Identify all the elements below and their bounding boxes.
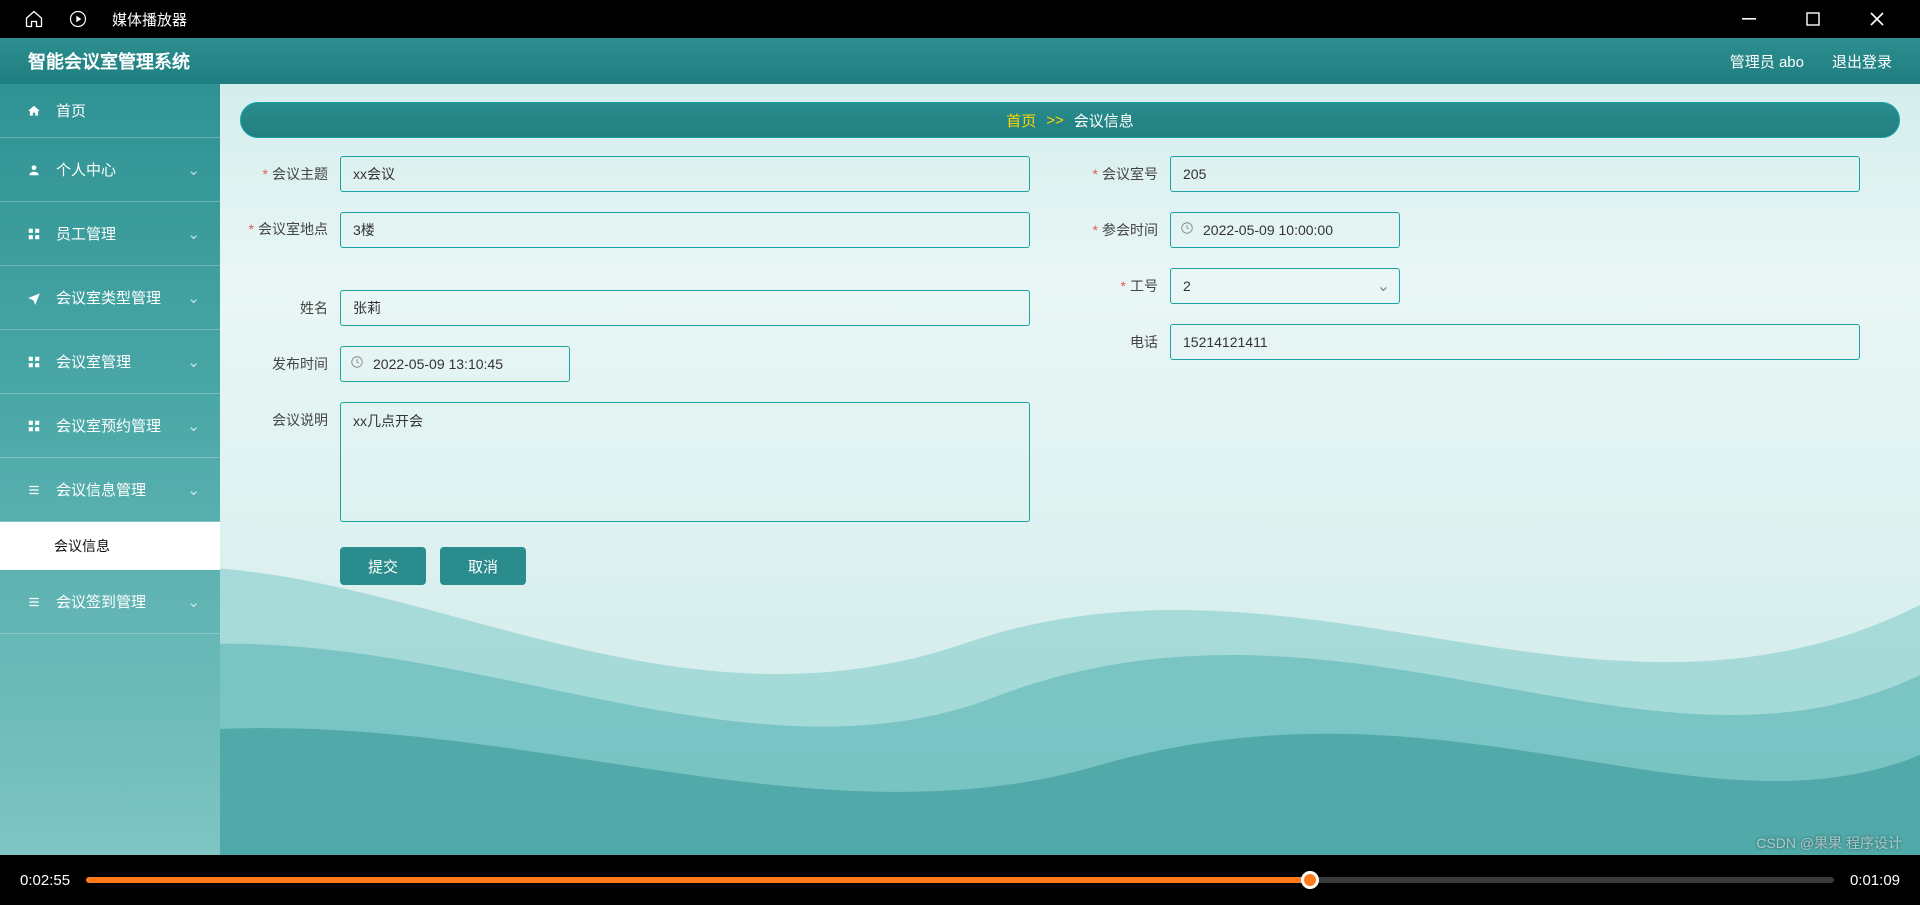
sidebar-item-label: 会议室预约管理 <box>56 415 161 436</box>
textarea-desc[interactable] <box>340 402 1030 522</box>
menu-icon <box>26 594 42 610</box>
player-progress <box>86 877 1310 883</box>
home-icon <box>26 103 42 119</box>
grid-icon <box>26 354 42 370</box>
sidebar-item-label: 会议室类型管理 <box>56 287 161 308</box>
player-total: 0:01:09 <box>1850 872 1900 889</box>
breadcrumb-sep: >> <box>1046 112 1064 129</box>
breadcrumb-home[interactable]: 首页 <box>1006 110 1036 131</box>
input-publish-time[interactable] <box>340 346 570 382</box>
breadcrumb-current: 会议信息 <box>1074 110 1134 131</box>
chevron-down-icon: ⌄ <box>187 417 200 435</box>
label-name: 姓名 <box>240 290 340 318</box>
media-player-bar: 0:02:55 0:01:09 <box>0 855 1920 905</box>
breadcrumb: 首页 >> 会议信息 <box>240 102 1900 138</box>
label-phone: 电话 <box>1070 324 1170 352</box>
sidebar-item-roomtype[interactable]: 会议室类型管理 ⌄ <box>0 266 220 330</box>
sidebar-item-reserve[interactable]: 会议室预约管理 ⌄ <box>0 394 220 458</box>
chevron-down-icon: ⌄ <box>187 161 200 179</box>
label-room-no: *会议室号 <box>1070 156 1170 184</box>
player-thumb[interactable] <box>1301 871 1319 889</box>
input-topic[interactable] <box>340 156 1030 192</box>
minimize-icon[interactable] <box>1742 12 1756 26</box>
logout-link[interactable]: 退出登录 <box>1832 51 1892 72</box>
select-emp-no[interactable] <box>1170 268 1400 304</box>
label-publish-time: 发布时间 <box>240 346 340 374</box>
cancel-button[interactable]: 取消 <box>440 547 526 585</box>
input-name[interactable] <box>340 290 1030 326</box>
label-emp-no: *工号 <box>1070 268 1170 296</box>
grid-icon <box>26 418 42 434</box>
sidebar-item-room[interactable]: 会议室管理 ⌄ <box>0 330 220 394</box>
chevron-down-icon: ⌄ <box>187 593 200 611</box>
input-location[interactable] <box>340 212 1030 248</box>
sidebar-item-label: 个人中心 <box>56 159 116 180</box>
maximize-icon[interactable] <box>1806 12 1820 26</box>
label-attend-time: *参会时间 <box>1070 212 1170 240</box>
app-topbar: 智能会议室管理系统 管理员 abo 退出登录 <box>0 38 1920 84</box>
sidebar-item-profile[interactable]: 个人中心 ⌄ <box>0 138 220 202</box>
input-room-no[interactable] <box>1170 156 1860 192</box>
user-label[interactable]: 管理员 abo <box>1730 51 1804 72</box>
close-icon[interactable] <box>1870 12 1884 26</box>
plane-icon <box>26 290 42 306</box>
home-icon[interactable] <box>24 9 44 29</box>
form: *会议主题 *会议室地点 姓名 发布时间 <box>240 156 1900 585</box>
chevron-down-icon: ⌄ <box>187 225 200 243</box>
sidebar-sub-label: 会议信息 <box>54 536 110 556</box>
clock-icon <box>1180 221 1194 240</box>
label-location: *会议室地点 <box>240 212 340 238</box>
submit-button[interactable]: 提交 <box>340 547 426 585</box>
sidebar-item-meetinginfo[interactable]: 会议信息管理 ⌄ <box>0 458 220 522</box>
sidebar-item-label: 会议签到管理 <box>56 591 146 612</box>
chevron-down-icon: ⌄ <box>187 481 200 499</box>
media-player-icon[interactable] <box>68 9 88 29</box>
os-titlebar: 媒体播放器 <box>0 0 1920 38</box>
sidebar-item-label: 会议信息管理 <box>56 479 146 500</box>
sidebar-sub-meetinginfo[interactable]: 会议信息 <box>0 522 220 570</box>
app-title: 智能会议室管理系统 <box>28 48 190 74</box>
user-icon <box>26 162 42 178</box>
sidebar-item-label: 会议室管理 <box>56 351 131 372</box>
player-seek-track[interactable] <box>86 877 1834 883</box>
sidebar-item-label: 员工管理 <box>56 223 116 244</box>
menu-icon <box>26 482 42 498</box>
chevron-down-icon: ⌄ <box>187 353 200 371</box>
sidebar-item-checkin[interactable]: 会议签到管理 ⌄ <box>0 570 220 634</box>
clock-icon <box>350 355 364 374</box>
watermark: CSDN @果果 程序设计 <box>1756 833 1902 853</box>
player-elapsed: 0:02:55 <box>20 872 70 889</box>
app-shell: 智能会议室管理系统 管理员 abo 退出登录 首页 个人中心 ⌄ 员工管理 ⌄ <box>0 38 1920 855</box>
label-topic: *会议主题 <box>240 156 340 184</box>
os-app-title: 媒体播放器 <box>112 9 187 30</box>
input-phone[interactable] <box>1170 324 1860 360</box>
grid-icon <box>26 226 42 242</box>
sidebar-item-home[interactable]: 首页 <box>0 84 220 138</box>
input-attend-time[interactable] <box>1170 212 1400 248</box>
label-desc: 会议说明 <box>240 402 340 430</box>
sidebar-item-label: 首页 <box>56 100 86 121</box>
content-area: 首页 >> 会议信息 *会议主题 *会议室地点 姓名 <box>220 84 1920 855</box>
sidebar: 首页 个人中心 ⌄ 员工管理 ⌄ 会议室类型管理 ⌄ 会议室管理 ⌄ <box>0 84 220 855</box>
sidebar-item-staff[interactable]: 员工管理 ⌄ <box>0 202 220 266</box>
chevron-down-icon: ⌄ <box>187 289 200 307</box>
